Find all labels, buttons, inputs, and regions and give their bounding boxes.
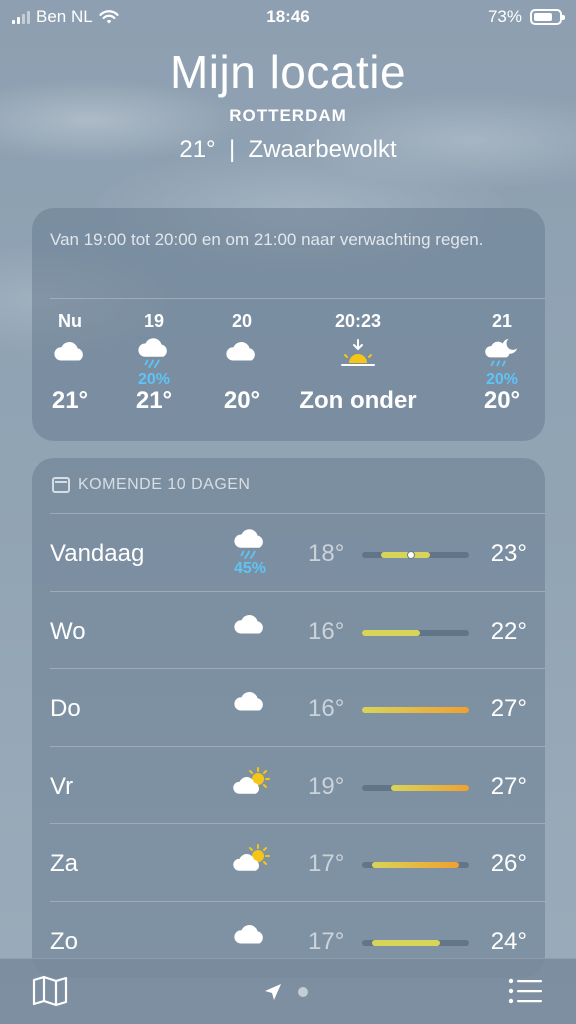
temp-range-fill xyxy=(391,784,469,791)
status-right: 73% xyxy=(487,7,565,27)
cloud-moon-rain-icon xyxy=(484,335,520,374)
daily-forecast-card[interactable]: KOMENDE 10 DAGEN Vandaag 45% 18° 23° Wo … xyxy=(32,458,545,978)
bottom-toolbar xyxy=(0,958,576,1024)
sun-cloud-icon xyxy=(232,844,270,881)
day-row[interactable]: Vr 19° 27° xyxy=(50,745,545,823)
day-name: Zo xyxy=(50,927,79,955)
hour-label: 19 xyxy=(143,311,165,331)
cloud-icon xyxy=(225,339,259,370)
low-temp: 16° xyxy=(308,617,345,645)
city-name: ROTTERDAM xyxy=(229,106,347,125)
battery-fill xyxy=(534,13,552,21)
hour-label: 20:23 xyxy=(334,311,382,331)
temp-range-bar xyxy=(362,784,469,791)
day-row[interactable]: Do 16° 27° xyxy=(50,668,545,745)
day-name: Do xyxy=(50,695,81,722)
current-temp-dot xyxy=(406,551,415,559)
cloud-icon xyxy=(232,689,268,720)
map-icon[interactable] xyxy=(32,975,68,1007)
temp-range-fill xyxy=(362,629,421,636)
temp-range-fill xyxy=(371,939,440,946)
hour-label: 21 xyxy=(491,311,513,331)
high-temp: 23° xyxy=(490,540,527,567)
temp-range-bar xyxy=(362,707,469,713)
day-row[interactable]: Za 17° 26° xyxy=(50,823,545,900)
day-name: Wo xyxy=(50,617,86,645)
high-temp: 22° xyxy=(490,617,527,645)
low-temp: 19° xyxy=(308,772,345,800)
precip-chance: 45% xyxy=(233,560,267,577)
temp-range-fill xyxy=(362,707,469,713)
battery-percent: 73% xyxy=(487,7,522,26)
low-temp: 17° xyxy=(308,850,345,877)
cloud-rain-icon xyxy=(137,335,171,374)
temp-range-bar xyxy=(362,862,469,868)
cloud-icon xyxy=(53,339,87,370)
sun-cloud-icon xyxy=(232,766,270,804)
current-conditions: 21° | Zwaarbewolkt xyxy=(179,136,397,163)
status-bar: Ben NL 18:46 73% xyxy=(0,0,576,34)
high-temp: 27° xyxy=(490,695,527,722)
daily-heading: KOMENDE 10 DAGEN xyxy=(52,476,250,494)
day-name: Vr xyxy=(50,772,74,800)
high-temp: 27° xyxy=(490,772,527,800)
day-name: Za xyxy=(50,850,79,877)
high-temp: 26° xyxy=(490,850,527,877)
hour-temp: 21° xyxy=(135,387,173,414)
day-row[interactable]: Vandaag 45% 18° 23° xyxy=(50,513,545,590)
low-temp: 16° xyxy=(308,695,345,722)
hour-temp: Zon onder xyxy=(299,387,417,414)
sunset-icon xyxy=(340,339,376,374)
day-row[interactable]: Wo 16° 22° xyxy=(50,590,545,668)
page-indicator-dot[interactable] xyxy=(298,987,308,997)
high-temp: 24° xyxy=(490,927,527,955)
battery-icon xyxy=(530,9,565,25)
low-temp: 17° xyxy=(308,927,345,955)
location-arrow-icon[interactable] xyxy=(264,983,282,1001)
temp-range-bar xyxy=(362,551,469,559)
temp-range-bar xyxy=(362,939,469,946)
forecast-summary: Van 19:00 tot 20:00 en om 21:00 naar ver… xyxy=(50,230,484,249)
list-icon[interactable] xyxy=(508,977,542,1005)
cloud-icon xyxy=(232,922,268,953)
low-temp: 18° xyxy=(308,540,345,567)
location-title: Mijn locatie xyxy=(169,46,407,98)
hour-temp: 20° xyxy=(483,387,521,414)
hourly-strip[interactable]: Nu 21° 19 20% 21° 20 20° 20:23 Zon onder… xyxy=(32,299,545,441)
cloud-icon xyxy=(232,612,268,643)
calendar-icon xyxy=(52,477,70,493)
temp-range-fill xyxy=(371,862,460,868)
temp-range-fill xyxy=(381,552,431,558)
hourly-forecast-card[interactable]: Van 19:00 tot 20:00 en om 21:00 naar ver… xyxy=(32,208,545,441)
temp-range-bar xyxy=(362,629,469,636)
daily-heading-label: KOMENDE 10 DAGEN xyxy=(78,476,251,493)
location-header: Mijn locatie ROTTERDAM 21° | Zwaarbewolk… xyxy=(0,44,576,164)
day-name: Vandaag xyxy=(50,540,145,567)
